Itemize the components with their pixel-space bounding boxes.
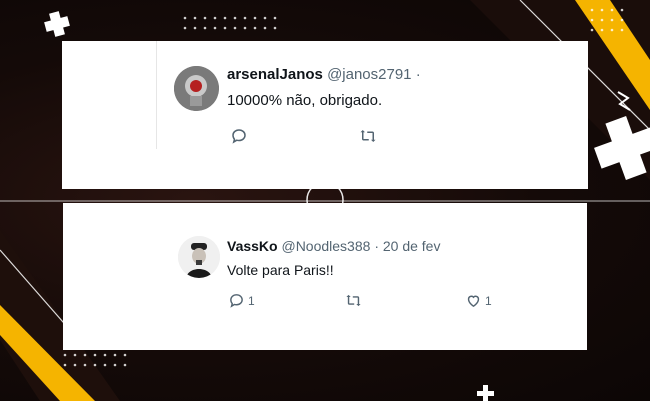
handle[interactable]: @janos2791 bbox=[327, 66, 411, 83]
reply-count: 1 bbox=[248, 293, 255, 308]
thread-line bbox=[156, 41, 157, 149]
like-count: 1 bbox=[485, 293, 492, 308]
tweet-meta: · bbox=[415, 66, 421, 83]
avatar[interactable] bbox=[178, 236, 220, 278]
retweet-icon bbox=[344, 292, 363, 309]
retweet-button[interactable] bbox=[358, 127, 378, 145]
tweet-card-2: VassKo @Noodles388 · 20 de fev Volte par… bbox=[63, 203, 587, 350]
reply-button[interactable]: 1 bbox=[228, 292, 255, 309]
avatar[interactable] bbox=[174, 66, 219, 111]
tweet-text: 10000% não, obrigado. bbox=[227, 92, 383, 109]
display-name[interactable]: VassKo bbox=[227, 238, 278, 254]
like-button[interactable]: 1 bbox=[465, 292, 492, 309]
like-icon bbox=[465, 292, 482, 309]
retweet-button[interactable] bbox=[344, 292, 363, 309]
tweet-text: Volte para Paris!! bbox=[227, 262, 334, 278]
reply-icon bbox=[228, 292, 245, 309]
avatar-image bbox=[178, 236, 220, 278]
tweet-card-1: arsenalJanos @janos2791 · 10000% não, ob… bbox=[62, 41, 588, 189]
avatar-image bbox=[174, 66, 219, 111]
retweet-icon bbox=[358, 127, 378, 145]
reply-icon bbox=[230, 127, 248, 145]
display-name[interactable]: arsenalJanos bbox=[227, 66, 323, 83]
tweet-header: arsenalJanos @janos2791 · bbox=[227, 66, 421, 83]
handle[interactable]: @Noodles388 bbox=[281, 238, 370, 254]
tweet-date[interactable]: · 20 de fev bbox=[374, 238, 440, 254]
reply-button[interactable] bbox=[230, 127, 248, 145]
tweet-header: VassKo @Noodles388 · 20 de fev bbox=[227, 238, 440, 254]
